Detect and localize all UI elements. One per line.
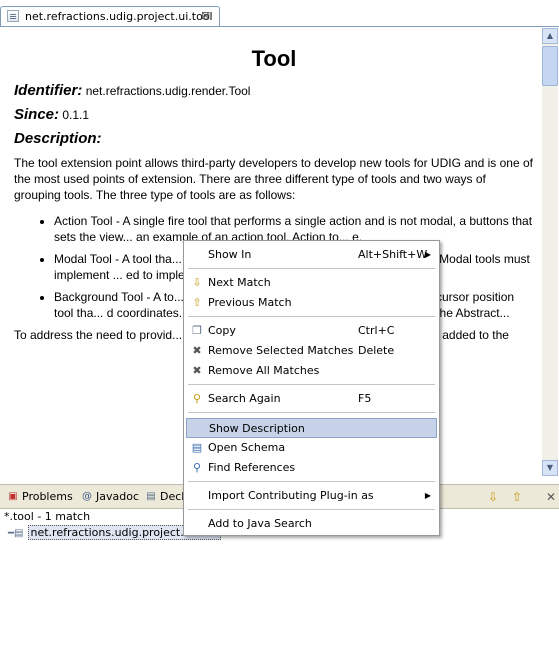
copy-icon: ❐ — [192, 324, 202, 337]
result-item-icon: ━▤ — [8, 528, 24, 539]
menu-item-next-match[interactable]: ⇩ Next Match — [186, 273, 437, 293]
description-line: Description: — [14, 131, 534, 147]
at-icon: @ — [82, 491, 92, 502]
tab-declaration[interactable]: ▤ Decl — [142, 487, 184, 507]
submenu-arrow-icon: ▶ — [424, 250, 431, 259]
submenu-arrow-icon: ▶ — [424, 491, 431, 500]
menu-item-import-plugin[interactable]: Import Contributing Plug-in as ▶ — [186, 486, 437, 506]
since-label: Since: — [14, 106, 60, 123]
menu-separator — [188, 384, 435, 385]
menu-item-remove-all[interactable]: ✖ Remove All Matches — [186, 361, 437, 381]
menu-item-remove-selected[interactable]: ✖ Remove Selected Matches Delete — [186, 341, 437, 361]
menu-item-add-java-search[interactable]: Add to Java Search — [186, 514, 437, 534]
since-line: Since: 0.1.1 — [14, 107, 534, 123]
tab-problems[interactable]: ▣ Problems — [4, 487, 73, 507]
close-tab-icon[interactable]: ⊠ — [201, 9, 210, 22]
description-intro: The tool extension point allows third-pa… — [14, 156, 533, 202]
identifier-value: net.refractions.udig.render.Tool — [85, 84, 251, 98]
menu-separator — [188, 412, 435, 413]
description-label: Description: — [14, 130, 102, 147]
references-icon: ⚲ — [192, 461, 202, 474]
tab-javadoc[interactable]: @ Javadoc — [78, 487, 139, 507]
menu-item-previous-match[interactable]: ⇧ Previous Match — [186, 293, 437, 313]
next-match-icon: ⇩ — [192, 276, 202, 289]
menu-item-show-in[interactable]: Show In Alt+Shift+W ▶ — [186, 245, 437, 265]
menu-separator — [188, 509, 435, 510]
remove-icon: ✖ — [192, 344, 202, 357]
search-result-header: *.tool - 1 match — [4, 510, 91, 523]
close-icon[interactable]: ✕ — [543, 489, 559, 505]
editor-tab-strip: net.refractions.udig.project.ui.tool ⊠ — [0, 0, 559, 27]
page-title: Tool — [251, 46, 297, 71]
menu-item-open-schema[interactable]: ▤ Open Schema — [186, 438, 437, 458]
editor-tab[interactable]: net.refractions.udig.project.ui.tool ⊠ — [0, 6, 220, 27]
since-value: 0.1.1 — [62, 108, 90, 122]
problems-icon: ▣ — [8, 491, 18, 502]
identifier-label: Identifier: — [14, 82, 83, 99]
file-icon — [7, 10, 19, 22]
menu-item-show-description[interactable]: Show Description — [186, 418, 437, 438]
menu-separator — [188, 316, 435, 317]
editor-tab-label: net.refractions.udig.project.ui.tool — [25, 10, 213, 23]
previous-match-icon: ⇧ — [192, 296, 202, 309]
scroll-thumb[interactable] — [542, 46, 558, 86]
tab-label: Decl — [160, 490, 185, 503]
scroll-up-icon[interactable]: ▲ — [542, 28, 558, 44]
menu-separator — [188, 481, 435, 482]
tab-label: Javadoc — [96, 490, 139, 503]
declaration-icon: ▤ — [146, 491, 156, 502]
scroll-down-icon[interactable]: ▼ — [542, 460, 558, 476]
menu-separator — [188, 268, 435, 269]
identifier-line: Identifier: net.refractions.udig.render.… — [14, 83, 534, 99]
tab-label: Problems — [22, 490, 73, 503]
vertical-scrollbar[interactable]: ▲ ▼ — [542, 28, 558, 476]
menu-item-search-again[interactable]: ⚲ Search Again F5 — [186, 389, 437, 409]
menu-item-find-references[interactable]: ⚲ Find References — [186, 458, 437, 478]
menu-item-copy[interactable]: ❐ Copy Ctrl+C — [186, 321, 437, 341]
arrow-up-icon[interactable]: ⇧ — [509, 489, 525, 505]
remove-all-icon: ✖ — [192, 364, 202, 377]
search-icon: ⚲ — [192, 392, 202, 405]
schema-icon: ▤ — [191, 441, 203, 454]
arrow-down-icon[interactable]: ⇩ — [485, 489, 501, 505]
context-menu: Show In Alt+Shift+W ▶ ⇩ Next Match ⇧ Pre… — [183, 240, 440, 536]
